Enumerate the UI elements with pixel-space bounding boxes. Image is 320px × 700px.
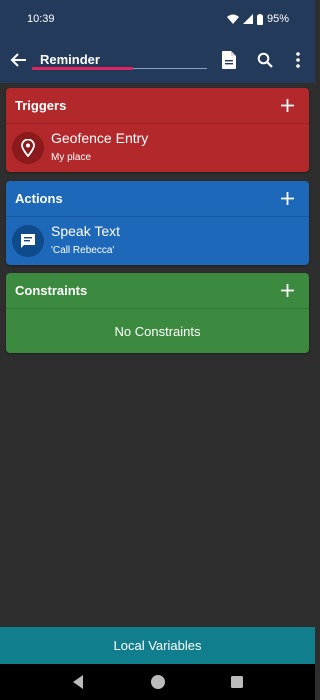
battery-icon (256, 13, 263, 25)
battery-percent: 95% (266, 13, 289, 25)
trigger-subtitle: My place (51, 152, 92, 163)
back-arrow-icon[interactable] (9, 50, 29, 70)
triggers-title: Triggers (15, 98, 67, 113)
nav-back-icon[interactable] (70, 674, 86, 690)
text-selection-highlight (32, 67, 133, 70)
trigger-item[interactable]: Geofence Entry My place (6, 124, 309, 172)
plus-icon (280, 284, 294, 297)
location-pin-icon (12, 132, 44, 164)
add-trigger-button[interactable] (277, 96, 297, 116)
actions-title: Actions (15, 191, 63, 206)
actions-header: Actions (6, 181, 309, 217)
document-icon[interactable] (218, 49, 240, 71)
app-bar: Reminder (0, 38, 315, 83)
add-constraint-button[interactable] (277, 281, 297, 301)
plus-icon (280, 192, 294, 205)
constraints-title: Constraints (15, 283, 88, 298)
no-constraints-text: No Constraints (114, 323, 201, 339)
status-icons: 95% (226, 13, 289, 25)
more-options-icon[interactable] (287, 49, 309, 71)
plus-icon (280, 99, 294, 112)
add-action-button[interactable] (277, 189, 297, 209)
chat-icon (12, 225, 44, 257)
nav-home-icon[interactable] (150, 674, 166, 690)
constraints-header: Constraints (6, 273, 309, 309)
actions-card: Actions Speak Text 'Call Rebecca' (6, 181, 309, 265)
action-subtitle: 'Call Rebecca' (51, 245, 115, 256)
action-item[interactable]: Speak Text 'Call Rebecca' (6, 217, 309, 265)
action-title: Speak Text (51, 223, 121, 239)
search-icon[interactable] (254, 49, 276, 71)
trigger-title: Geofence Entry (51, 130, 149, 146)
status-bar: 10:39 95% (0, 0, 315, 38)
local-variables-button[interactable]: Local Variables (0, 627, 315, 664)
triggers-card: Triggers Geofence Entry My place (6, 88, 309, 172)
status-time: 10:39 (27, 13, 55, 25)
constraints-card: Constraints No Constraints (6, 273, 309, 353)
wifi-icon (226, 14, 239, 24)
nav-recents-icon[interactable] (229, 674, 245, 690)
triggers-header: Triggers (6, 88, 309, 124)
system-nav-bar (0, 664, 315, 700)
signal-icon (242, 14, 253, 24)
